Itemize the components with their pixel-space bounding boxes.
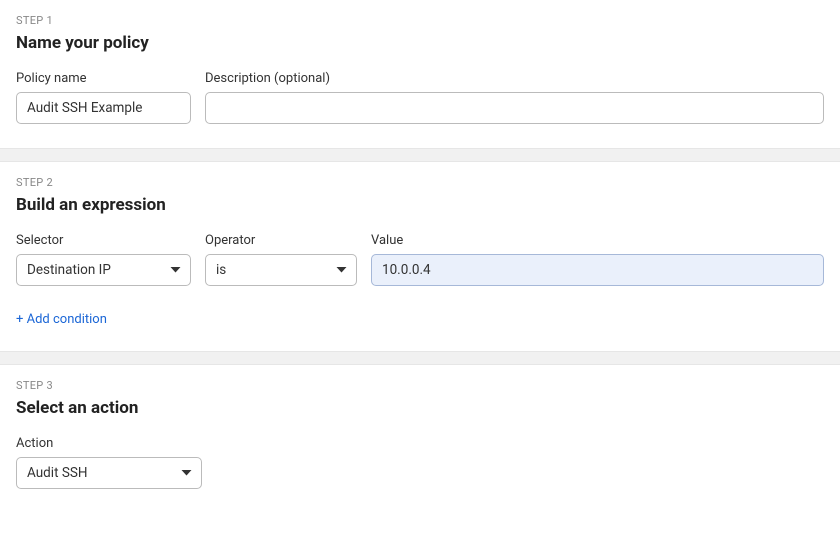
step3-label: STEP 3 xyxy=(16,379,824,392)
action-label: Action xyxy=(16,436,202,451)
policy-name-field: Policy name xyxy=(16,71,191,124)
value-field: Value xyxy=(371,233,824,286)
selector-label: Selector xyxy=(16,233,191,248)
step3-title: Select an action xyxy=(16,398,824,418)
selector-field: Selector Destination IP xyxy=(16,233,191,286)
step1-label: STEP 1 xyxy=(16,14,824,27)
description-input[interactable] xyxy=(205,92,824,124)
section-divider xyxy=(0,148,840,162)
add-condition-link[interactable]: + Add condition xyxy=(16,312,107,327)
action-select[interactable]: Audit SSH xyxy=(16,457,202,489)
section-divider xyxy=(0,351,840,365)
description-field: Description (optional) xyxy=(205,71,824,124)
step2-section: STEP 2 Build an expression Selector Dest… xyxy=(0,162,840,351)
selector-select[interactable]: Destination IP xyxy=(16,254,191,286)
operator-field: Operator is xyxy=(205,233,357,286)
operator-select[interactable]: is xyxy=(205,254,357,286)
step1-section: STEP 1 Name your policy Policy name Desc… xyxy=(0,0,840,148)
value-label: Value xyxy=(371,233,824,248)
description-label: Description (optional) xyxy=(205,71,824,86)
step1-title: Name your policy xyxy=(16,33,824,53)
action-field: Action Audit SSH xyxy=(16,436,202,489)
operator-label: Operator xyxy=(205,233,357,248)
policy-name-label: Policy name xyxy=(16,71,191,86)
value-input[interactable] xyxy=(371,254,824,286)
step2-label: STEP 2 xyxy=(16,176,824,189)
step2-title: Build an expression xyxy=(16,195,824,215)
policy-name-input[interactable] xyxy=(16,92,191,124)
step3-section: STEP 3 Select an action Action Audit SSH xyxy=(0,365,840,513)
